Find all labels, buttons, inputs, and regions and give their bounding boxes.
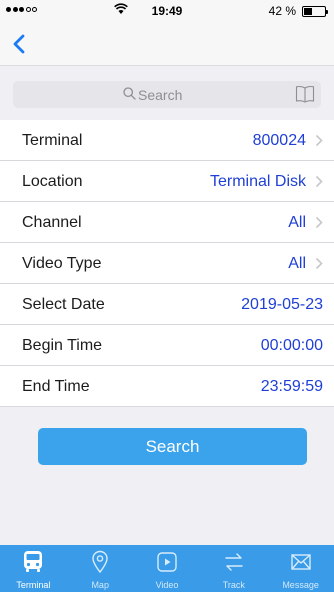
envelope-icon — [290, 554, 311, 570]
tab-label: Message — [282, 580, 319, 590]
book-icon[interactable] — [295, 85, 315, 103]
location-row[interactable]: Location Terminal Disk — [0, 161, 334, 202]
chevron-right-icon — [315, 175, 323, 188]
tab-video[interactable]: Video — [134, 545, 201, 592]
chevron-right-icon — [315, 257, 323, 270]
battery-icon — [302, 6, 328, 17]
row-value: 00:00:00 — [260, 337, 323, 354]
channel-row[interactable]: Channel All — [0, 202, 334, 243]
row-value: Terminal Disk — [209, 173, 306, 190]
search-button[interactable]: Search — [38, 428, 307, 465]
row-label: Video Type — [22, 255, 102, 272]
begin-time-row[interactable]: Begin Time 00:00:00 — [0, 325, 334, 366]
action-area: Search — [0, 415, 334, 545]
chevron-left-icon[interactable] — [8, 30, 32, 58]
chevron-right-icon — [315, 134, 323, 147]
row-value: All — [288, 214, 306, 231]
tab-message[interactable]: Message — [267, 545, 334, 592]
row-value: 23:59:59 — [260, 378, 323, 395]
row-label: Location — [22, 173, 83, 190]
battery-percentage: 42 % — [268, 4, 296, 18]
tab-track[interactable]: Track — [200, 545, 267, 592]
video-type-row[interactable]: Video Type All — [0, 243, 334, 284]
swap-arrows-icon — [225, 553, 243, 571]
tab-label: Map — [91, 580, 109, 590]
select-date-row[interactable]: Select Date 2019-05-23 — [0, 284, 334, 325]
row-label: Channel — [22, 214, 82, 231]
row-label: Begin Time — [22, 337, 103, 354]
navigation-bar — [0, 22, 334, 66]
terminal-row[interactable]: Terminal 800024 — [0, 120, 334, 161]
row-label: Terminal — [22, 132, 83, 149]
tab-map[interactable]: Map — [67, 545, 134, 592]
row-label: Select Date — [22, 296, 105, 313]
bus-icon — [24, 551, 43, 572]
tab-terminal[interactable]: Terminal — [0, 545, 67, 592]
tab-label: Track — [222, 580, 245, 590]
end-time-row[interactable]: End Time 23:59:59 — [0, 366, 334, 407]
tab-label: Video — [155, 580, 179, 590]
tab-bar: Terminal Map Video Track Message — [0, 545, 334, 592]
search-placeholder: Search — [138, 87, 183, 103]
row-value: 2019-05-23 — [241, 296, 323, 313]
search-icon — [123, 87, 136, 100]
row-value: 800024 — [252, 132, 306, 149]
location-pin-icon — [92, 550, 108, 574]
search-input[interactable]: Search — [13, 81, 321, 108]
row-value: All — [288, 255, 306, 272]
row-label: End Time — [22, 378, 90, 395]
status-bar: 19:49 42 % — [0, 0, 334, 22]
play-icon — [157, 552, 177, 572]
chevron-right-icon — [315, 216, 323, 229]
query-form: Terminal 800024 Location Terminal Disk C… — [0, 120, 334, 407]
search-bar-container: Search — [0, 67, 334, 120]
tab-label: Terminal — [16, 580, 51, 590]
